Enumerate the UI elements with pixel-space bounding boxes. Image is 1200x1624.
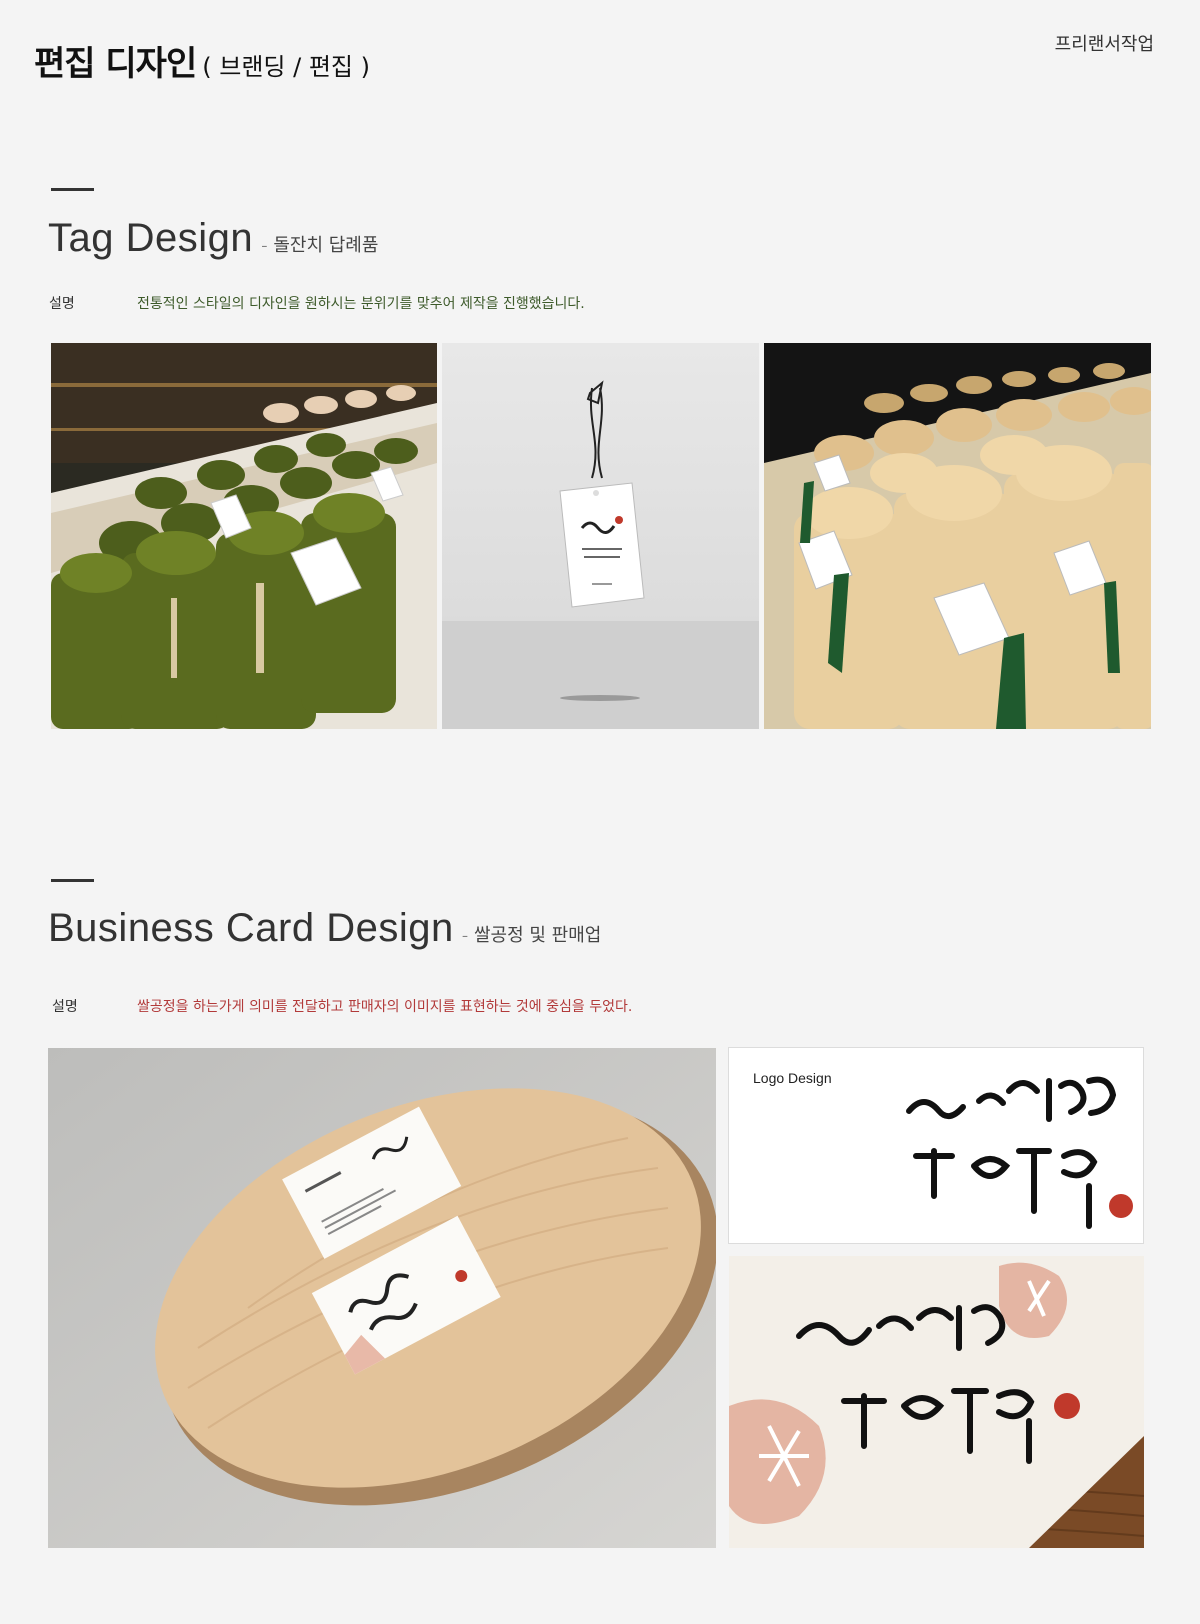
- card-section-heading: Business Card Design - 쌀공정 및 판매업: [48, 906, 601, 951]
- logo-design-panel: Logo Design: [728, 1047, 1144, 1244]
- tag-section-heading: Tag Design - 돌잔치 답례품: [48, 216, 378, 261]
- tag-desc-text: 전통적인 스타일의 디자인을 원하시는 분위기를 맞추어 제작을 진행했습니다.: [137, 296, 585, 312]
- top-right-label: 프리랜서작업: [1054, 34, 1154, 55]
- card-photo-wood-board: [48, 1048, 716, 1548]
- tag-section-subtitle: - 돌잔치 답례품: [261, 235, 379, 256]
- tag-desc-label: 설명: [49, 296, 75, 312]
- card-section-subtitle: - 쌀공정 및 판매업: [461, 925, 602, 946]
- page-subtitle: ( 브랜딩 / 편집 ): [202, 53, 370, 81]
- section-divider: [51, 188, 94, 191]
- tag-photo-green-gifts: [51, 343, 437, 729]
- card-photo-closeup: [729, 1256, 1144, 1548]
- page-title: 편집 디자인( 브랜딩 / 편집 ): [34, 36, 370, 85]
- page-title-text: 편집 디자인: [34, 44, 197, 84]
- card-desc-label: 설명: [52, 999, 78, 1015]
- tag-photo-mockup: [442, 343, 759, 729]
- tag-section-title: Tag Design: [48, 216, 254, 260]
- logo-artwork: [906, 1076, 1133, 1229]
- logo-design-label: Logo Design: [753, 1070, 832, 1086]
- card-desc-text: 쌀공정을 하는가게 의미를 전달하고 판매자의 이미지를 표현하는 것에 중심을…: [137, 999, 633, 1015]
- card-section-title: Business Card Design: [48, 906, 454, 950]
- section-divider: [51, 879, 94, 882]
- tag-photo-gold-gifts: [764, 343, 1151, 729]
